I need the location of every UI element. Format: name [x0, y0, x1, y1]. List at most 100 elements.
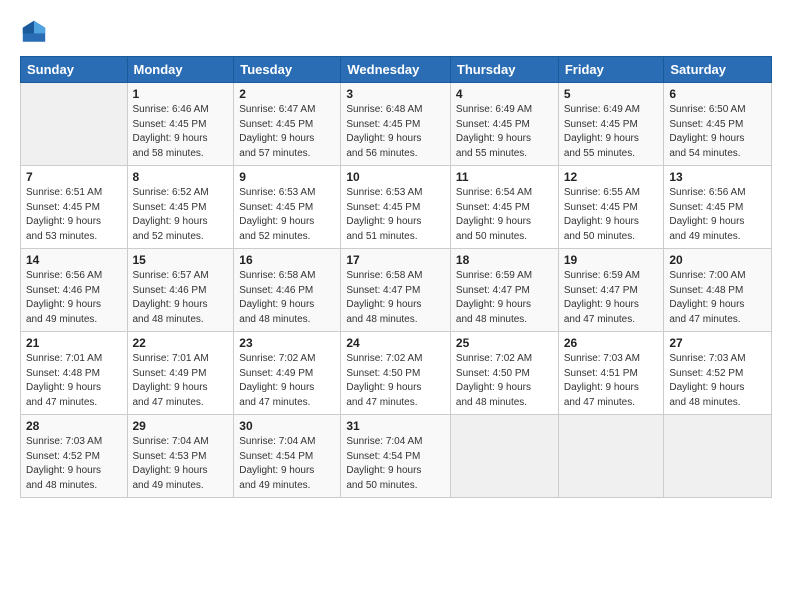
day-number: 24: [346, 336, 445, 350]
day-info: Sunrise: 6:52 AM Sunset: 4:45 PM Dayligh…: [133, 186, 229, 244]
day-info: Sunrise: 6:48 AM Sunset: 4:45 PM Dayligh…: [346, 103, 445, 161]
day-info: Sunrise: 6:58 AM Sunset: 4:46 PM Dayligh…: [239, 269, 335, 327]
weekday-sunday: Sunday: [21, 57, 128, 83]
day-info: Sunrise: 6:55 AM Sunset: 4:45 PM Dayligh…: [564, 186, 659, 244]
day-cell: 29 Sunrise: 7:04 AM Sunset: 4:53 PM Dayli…: [127, 415, 234, 498]
day-number: 22: [133, 336, 229, 350]
day-info: Sunrise: 6:56 AM Sunset: 4:46 PM Dayligh…: [26, 269, 122, 327]
day-cell: [664, 415, 772, 498]
day-info: Sunrise: 7:03 AM Sunset: 4:52 PM Dayligh…: [26, 435, 122, 493]
day-cell: 6 Sunrise: 6:50 AM Sunset: 4:45 PM Daylig…: [664, 83, 772, 166]
day-number: 5: [564, 87, 659, 101]
day-cell: [21, 83, 128, 166]
week-row-2: 14 Sunrise: 6:56 AM Sunset: 4:46 PM Dayli…: [21, 249, 772, 332]
day-cell: [450, 415, 558, 498]
day-info: Sunrise: 6:59 AM Sunset: 4:47 PM Dayligh…: [564, 269, 659, 327]
day-cell: 8Sunrise: 6:52 AM Sunset: 4:45 PM Daylig…: [127, 166, 234, 249]
day-number: 29: [133, 419, 229, 433]
day-number: 10: [346, 170, 445, 184]
calendar: SundayMondayTuesdayWednesdayThursdayFrid…: [20, 56, 772, 498]
day-info: Sunrise: 6:47 AM Sunset: 4:45 PM Dayligh…: [239, 103, 335, 161]
day-info: Sunrise: 7:04 AM Sunset: 4:53 PM Dayligh…: [133, 435, 229, 493]
day-cell: 3Sunrise: 6:48 AM Sunset: 4:45 PM Daylig…: [341, 83, 451, 166]
day-cell: 20Sunrise: 7:00 AM Sunset: 4:48 PM Dayli…: [664, 249, 772, 332]
day-number: 6: [669, 87, 766, 101]
week-row-4: 28 Sunrise: 7:03 AM Sunset: 4:52 PM Dayli…: [21, 415, 772, 498]
day-number: 26: [564, 336, 659, 350]
day-info: Sunrise: 7:01 AM Sunset: 4:48 PM Dayligh…: [26, 352, 122, 410]
week-row-0: 1 Sunrise: 6:46 AM Sunset: 4:45 PM Daylig…: [21, 83, 772, 166]
weekday-friday: Friday: [558, 57, 664, 83]
day-info: Sunrise: 6:53 AM Sunset: 4:45 PM Dayligh…: [239, 186, 335, 244]
day-cell: 17 Sunrise: 6:58 AM Sunset: 4:47 PM Dayli…: [341, 249, 451, 332]
day-info: Sunrise: 6:53 AM Sunset: 4:45 PM Dayligh…: [346, 186, 445, 244]
day-info: Sunrise: 7:02 AM Sunset: 4:49 PM Dayligh…: [239, 352, 335, 410]
day-info: Sunrise: 7:04 AM Sunset: 4:54 PM Dayligh…: [239, 435, 335, 493]
day-number: 27: [669, 336, 766, 350]
day-number: 30: [239, 419, 335, 433]
day-info: Sunrise: 6:49 AM Sunset: 4:45 PM Dayligh…: [564, 103, 659, 161]
day-info: Sunrise: 6:49 AM Sunset: 4:45 PM Dayligh…: [456, 103, 553, 161]
day-cell: 13Sunrise: 6:56 AM Sunset: 4:45 PM Dayli…: [664, 166, 772, 249]
weekday-monday: Monday: [127, 57, 234, 83]
day-number: 4: [456, 87, 553, 101]
day-cell: 10 Sunrise: 6:53 AM Sunset: 4:45 PM Dayli…: [341, 166, 451, 249]
day-info: Sunrise: 6:46 AM Sunset: 4:45 PM Dayligh…: [133, 103, 229, 161]
day-cell: 30 Sunrise: 7:04 AM Sunset: 4:54 PM Dayli…: [234, 415, 341, 498]
day-cell: 15 Sunrise: 6:57 AM Sunset: 4:46 PM Dayli…: [127, 249, 234, 332]
day-number: 7: [26, 170, 122, 184]
day-number: 9: [239, 170, 335, 184]
day-info: Sunrise: 6:50 AM Sunset: 4:45 PM Dayligh…: [669, 103, 766, 161]
day-cell: 1 Sunrise: 6:46 AM Sunset: 4:45 PM Daylig…: [127, 83, 234, 166]
weekday-row: SundayMondayTuesdayWednesdayThursdayFrid…: [21, 57, 772, 83]
day-number: 23: [239, 336, 335, 350]
day-number: 19: [564, 253, 659, 267]
weekday-wednesday: Wednesday: [341, 57, 451, 83]
day-info: Sunrise: 6:59 AM Sunset: 4:47 PM Dayligh…: [456, 269, 553, 327]
day-cell: 21 Sunrise: 7:01 AM Sunset: 4:48 PM Dayli…: [21, 332, 128, 415]
day-info: Sunrise: 7:03 AM Sunset: 4:51 PM Dayligh…: [564, 352, 659, 410]
day-cell: 4 Sunrise: 6:49 AM Sunset: 4:45 PM Daylig…: [450, 83, 558, 166]
day-cell: 7Sunrise: 6:51 AM Sunset: 4:45 PM Daylig…: [21, 166, 128, 249]
day-number: 15: [133, 253, 229, 267]
day-number: 28: [26, 419, 122, 433]
day-cell: 22 Sunrise: 7:01 AM Sunset: 4:49 PM Dayli…: [127, 332, 234, 415]
day-cell: 9 Sunrise: 6:53 AM Sunset: 4:45 PM Daylig…: [234, 166, 341, 249]
day-cell: 11 Sunrise: 6:54 AM Sunset: 4:45 PM Dayli…: [450, 166, 558, 249]
week-row-3: 21 Sunrise: 7:01 AM Sunset: 4:48 PM Dayli…: [21, 332, 772, 415]
day-cell: 24 Sunrise: 7:02 AM Sunset: 4:50 PM Dayli…: [341, 332, 451, 415]
day-cell: 25Sunrise: 7:02 AM Sunset: 4:50 PM Dayli…: [450, 332, 558, 415]
weekday-tuesday: Tuesday: [234, 57, 341, 83]
day-info: Sunrise: 7:01 AM Sunset: 4:49 PM Dayligh…: [133, 352, 229, 410]
day-cell: 5 Sunrise: 6:49 AM Sunset: 4:45 PM Daylig…: [558, 83, 664, 166]
day-number: 17: [346, 253, 445, 267]
page: SundayMondayTuesdayWednesdayThursdayFrid…: [0, 0, 792, 612]
day-number: 20: [669, 253, 766, 267]
day-cell: 14 Sunrise: 6:56 AM Sunset: 4:46 PM Dayli…: [21, 249, 128, 332]
day-number: 11: [456, 170, 553, 184]
day-number: 16: [239, 253, 335, 267]
day-info: Sunrise: 6:57 AM Sunset: 4:46 PM Dayligh…: [133, 269, 229, 327]
day-info: Sunrise: 7:02 AM Sunset: 4:50 PM Dayligh…: [346, 352, 445, 410]
day-info: Sunrise: 6:58 AM Sunset: 4:47 PM Dayligh…: [346, 269, 445, 327]
day-info: Sunrise: 7:04 AM Sunset: 4:54 PM Dayligh…: [346, 435, 445, 493]
logo-icon: [20, 18, 48, 46]
day-number: 2: [239, 87, 335, 101]
calendar-header: SundayMondayTuesdayWednesdayThursdayFrid…: [21, 57, 772, 83]
day-number: 25: [456, 336, 553, 350]
day-number: 14: [26, 253, 122, 267]
day-cell: 12Sunrise: 6:55 AM Sunset: 4:45 PM Dayli…: [558, 166, 664, 249]
day-cell: 27 Sunrise: 7:03 AM Sunset: 4:52 PM Dayli…: [664, 332, 772, 415]
day-number: 1: [133, 87, 229, 101]
day-number: 18: [456, 253, 553, 267]
day-number: 21: [26, 336, 122, 350]
day-cell: 23 Sunrise: 7:02 AM Sunset: 4:49 PM Dayli…: [234, 332, 341, 415]
header: [20, 18, 772, 46]
day-number: 31: [346, 419, 445, 433]
day-cell: 16 Sunrise: 6:58 AM Sunset: 4:46 PM Dayli…: [234, 249, 341, 332]
calendar-body: 1 Sunrise: 6:46 AM Sunset: 4:45 PM Daylig…: [21, 83, 772, 498]
day-info: Sunrise: 7:03 AM Sunset: 4:52 PM Dayligh…: [669, 352, 766, 410]
day-cell: 2 Sunrise: 6:47 AM Sunset: 4:45 PM Daylig…: [234, 83, 341, 166]
weekday-saturday: Saturday: [664, 57, 772, 83]
day-info: Sunrise: 6:54 AM Sunset: 4:45 PM Dayligh…: [456, 186, 553, 244]
